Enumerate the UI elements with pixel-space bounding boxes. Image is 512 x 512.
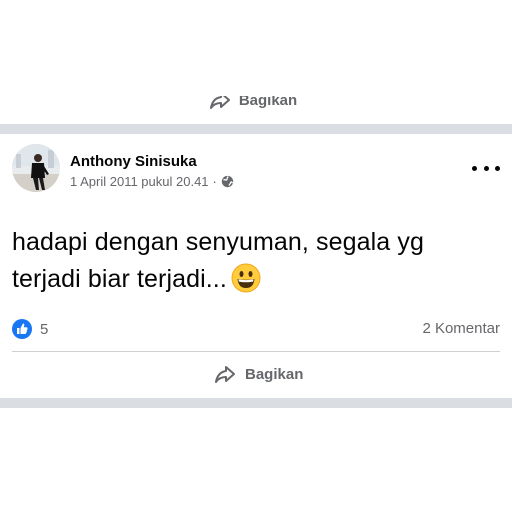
grinning-face-emoji — [231, 263, 261, 293]
reaction-count: 5 — [40, 320, 49, 338]
avatar[interactable] — [12, 144, 60, 192]
share-button[interactable]: Bagikan — [206, 360, 311, 388]
more-options-icon[interactable] — [472, 160, 500, 176]
post-author[interactable]: Anthony Sinisuka — [70, 153, 197, 170]
comments-count[interactable]: 2 Komentar — [422, 320, 500, 337]
post-date[interactable]: 1 April 2011 pukul 20.41 — [70, 174, 209, 189]
share-icon — [209, 96, 230, 109]
action-divider — [12, 351, 500, 352]
share-label: Bagikan — [238, 96, 298, 109]
share-label: Bagikan — [245, 365, 304, 383]
feed-divider — [0, 124, 512, 134]
previous-post-share-button[interactable]: Bagikan — [0, 96, 512, 110]
globe-icon — [221, 175, 234, 188]
feed-divider — [0, 398, 512, 408]
meta-separator: · — [212, 174, 217, 189]
like-icon — [12, 319, 32, 339]
post-text-line: hadapi dengan senyuman, segala yg — [12, 228, 424, 256]
post-text-line-2: terjadi biar terjadi... — [12, 261, 502, 298]
reaction-summary[interactable]: 5 — [12, 319, 48, 339]
share-icon — [215, 366, 235, 383]
post-text: hadapi dengan senyuman, segala yg terjad… — [12, 224, 502, 298]
post-text-line: terjadi biar terjadi... — [12, 265, 227, 293]
post-meta: 1 April 2011 pukul 20.41 · — [70, 174, 234, 189]
